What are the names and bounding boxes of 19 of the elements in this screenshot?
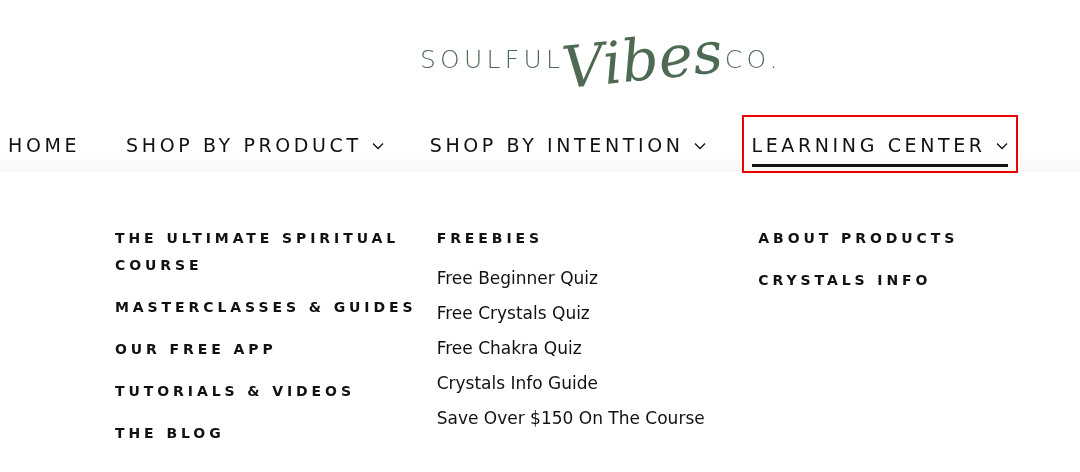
nav-link[interactable]: HOME (8, 131, 81, 167)
menu-heading-link[interactable]: OUR FREE APP (115, 336, 437, 363)
menu-link[interactable]: Free Beginner Quiz (436, 267, 759, 289)
nav-link[interactable]: SHOP BY INTENTION (429, 131, 706, 167)
logo-script-text: Vibes (559, 22, 726, 98)
menu-link[interactable]: Free Chakra Quiz (436, 337, 759, 359)
logo-text: CO. (724, 44, 782, 77)
menu-heading-link[interactable]: MASTERCLASSES & GUIDES (115, 294, 437, 321)
nav-link[interactable]: SHOP BY PRODUCT (126, 131, 384, 167)
menu-heading-link[interactable]: THE ULTIMATE SPIRITUAL COURSE (115, 225, 437, 279)
menu-heading-link[interactable]: FREEBIES (436, 225, 759, 252)
menu-heading-link[interactable]: THE BLOG (115, 420, 437, 447)
menu-link[interactable]: Crystals Info Guide (436, 372, 759, 394)
nav-link[interactable]: LEARNING CENTER (751, 131, 1008, 167)
menu-link[interactable]: Save Over $150 On The Course (436, 407, 759, 429)
menu-link[interactable]: Free Crystals Quiz (436, 302, 759, 324)
menu-heading-link[interactable]: TUTORIALS & VIDEOS (115, 378, 437, 405)
menu-heading-link[interactable]: CRYSTALS INFO (758, 267, 1080, 294)
menu-heading-link[interactable]: ABOUT PRODUCTS (758, 225, 1080, 252)
